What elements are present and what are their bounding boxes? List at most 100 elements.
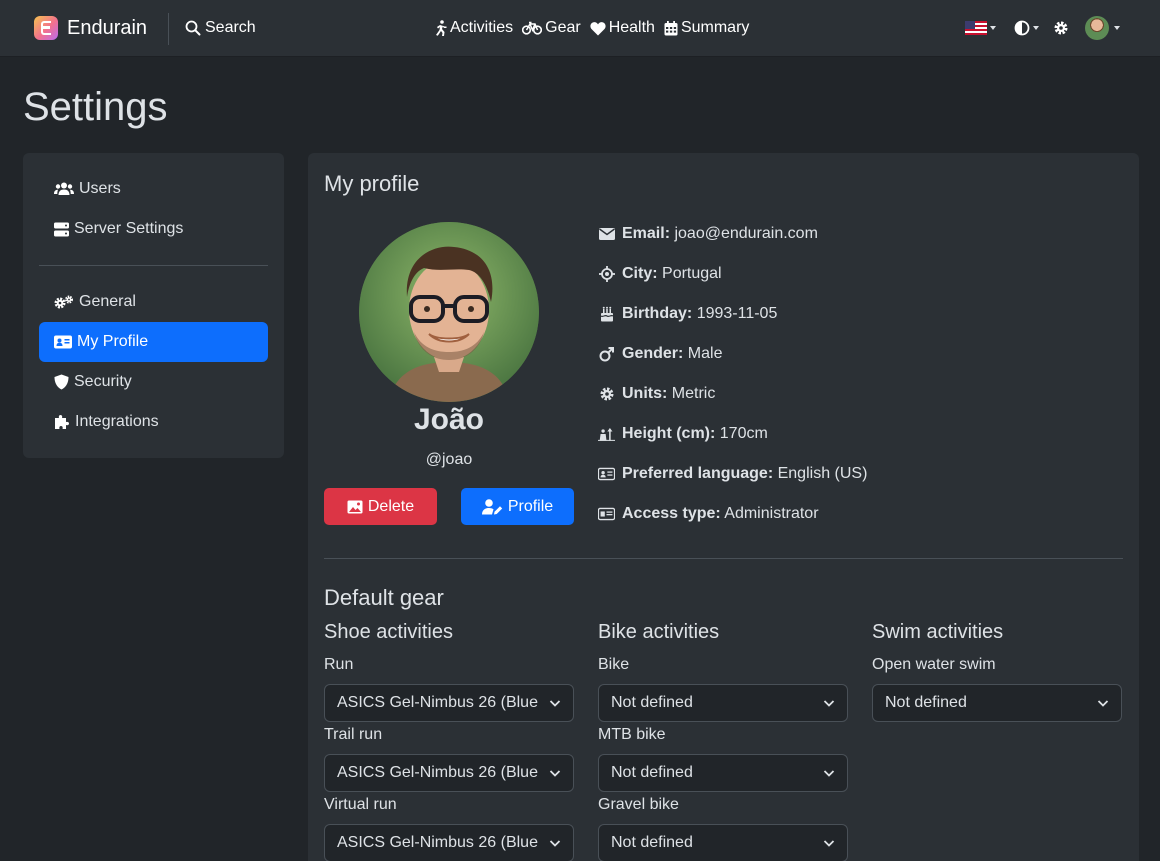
nav-activities-label: Activities <box>450 19 514 36</box>
shield-icon <box>54 374 69 390</box>
image-icon <box>347 500 363 513</box>
gears-icon <box>54 295 73 308</box>
settings-sidebar: Users Server Settings General My Profile… <box>23 153 284 458</box>
field-label: Access type: <box>622 505 721 522</box>
address-card-icon <box>598 507 615 521</box>
profile-photo <box>359 222 539 402</box>
nav-summary[interactable]: Summary <box>664 19 749 37</box>
chevron-down-icon <box>549 770 561 777</box>
envelope-icon <box>598 228 615 240</box>
nav-health-label: Health <box>608 19 655 36</box>
run-gear-select[interactable]: ASICS Gel-Nimbus 26 (Blue <box>324 684 574 722</box>
id-card-icon <box>54 335 72 349</box>
field-value: 1993-11-05 <box>696 305 778 322</box>
chevron-down-icon <box>549 700 561 707</box>
sidebar-item-users[interactable]: Users <box>39 169 268 209</box>
server-icon <box>54 222 69 236</box>
field-label: Height (cm): <box>622 425 716 442</box>
chevron-down-icon <box>990 26 996 30</box>
swim-activities-title: Swim activities <box>872 621 1004 643</box>
sidebar-item-label: Users <box>79 180 121 197</box>
puzzle-piece-icon <box>55 415 69 429</box>
field-value: Portugal <box>662 265 722 282</box>
delete-button-label: Delete <box>367 497 415 515</box>
nav-divider <box>168 13 169 45</box>
profile-field-email: Email: joao@endurain.com <box>598 225 818 243</box>
id-card-icon <box>598 467 615 481</box>
nav-summary-label: Summary <box>680 19 750 36</box>
select-value: ASICS Gel-Nimbus 26 (Blue <box>337 694 538 711</box>
bike-gear-select[interactable]: Not defined <box>598 684 848 722</box>
bike-label: Bike <box>598 656 630 673</box>
chevron-down-icon <box>823 700 835 707</box>
shoe-activities-title: Shoe activities <box>324 621 453 643</box>
profile-field-gender: Gender: Male <box>598 345 722 363</box>
trail-run-label: Trail run <box>324 726 383 743</box>
profile-field-city: City: Portugal <box>598 265 722 283</box>
nav-gear[interactable]: Gear <box>522 19 581 37</box>
sidebar-item-label: My Profile <box>77 333 149 350</box>
language-dropdown[interactable] <box>965 21 996 35</box>
sidebar-item-label: Integrations <box>75 413 159 430</box>
sidebar-item-security[interactable]: Security <box>39 362 268 402</box>
sidebar-item-integrations[interactable]: Integrations <box>39 402 268 442</box>
virtual-run-gear-select[interactable]: ASICS Gel-Nimbus 26 (Blue <box>324 824 574 861</box>
calendar-icon <box>664 20 678 35</box>
nav-gear-label: Gear <box>545 19 581 36</box>
main-nav: Activities Gear Health Summary <box>433 19 749 37</box>
heart-icon <box>590 21 606 35</box>
mtb-bike-gear-select[interactable]: Not defined <box>598 754 848 792</box>
chevron-down-icon <box>823 840 835 847</box>
default-gear-heading: Default gear <box>324 585 444 610</box>
delete-photo-button[interactable]: Delete <box>324 488 437 525</box>
field-label: Preferred language: <box>622 465 774 482</box>
search-link[interactable]: Search <box>185 19 256 37</box>
edit-profile-button[interactable]: Profile <box>461 488 574 525</box>
profile-button-label: Profile <box>507 497 554 515</box>
chevron-down-icon <box>1097 700 1109 707</box>
field-value: Administrator <box>724 505 819 522</box>
user-menu-dropdown[interactable] <box>1085 16 1120 40</box>
theme-dropdown[interactable] <box>1014 20 1039 36</box>
profile-field-access-type: Access type: Administrator <box>598 505 819 523</box>
field-value: Male <box>687 345 723 362</box>
settings-content-card: My profile João @joao Delete Profile Ema… <box>308 153 1139 861</box>
nav-health[interactable]: Health <box>590 19 655 37</box>
mars-icon <box>599 346 614 361</box>
field-value: Metric <box>671 385 716 402</box>
field-label: Units: <box>622 385 668 402</box>
trail-run-gear-select[interactable]: ASICS Gel-Nimbus 26 (Blue <box>324 754 574 792</box>
gravel-bike-gear-select[interactable]: Not defined <box>598 824 848 861</box>
brand-name: Endurain <box>67 16 148 39</box>
open-water-swim-gear-select[interactable]: Not defined <box>872 684 1122 722</box>
field-label: City: <box>622 265 658 282</box>
endurain-logo-icon <box>34 16 58 40</box>
run-label: Run <box>324 656 354 673</box>
settings-button[interactable] <box>1053 20 1069 36</box>
page-title: Settings <box>23 85 168 129</box>
chevron-down-icon <box>549 840 561 847</box>
height-icon <box>598 428 615 441</box>
select-value: ASICS Gel-Nimbus 26 (Blue <box>337 764 538 781</box>
cake-icon <box>600 306 613 322</box>
sidebar-item-my-profile[interactable]: My Profile <box>39 322 268 362</box>
running-person-icon <box>436 20 447 36</box>
sidebar-item-server-settings[interactable]: Server Settings <box>39 209 268 249</box>
bicycle-icon <box>522 21 543 35</box>
user-pen-icon <box>481 498 503 514</box>
gear-icon <box>1054 21 1068 35</box>
us-flag-icon <box>965 21 987 35</box>
sidebar-item-general[interactable]: General <box>39 282 268 322</box>
users-icon <box>54 182 74 195</box>
brand-link[interactable]: Endurain <box>34 16 147 40</box>
search-label: Search <box>205 19 256 36</box>
virtual-run-label: Virtual run <box>324 796 397 813</box>
location-crosshair-icon <box>598 266 615 282</box>
profile-field-birthday: Birthday: 1993-11-05 <box>598 305 777 323</box>
gear-icon <box>600 387 613 401</box>
profile-field-language: Preferred language: English (US) <box>598 465 867 483</box>
nav-activities[interactable]: Activities <box>433 19 513 37</box>
user-avatar <box>1085 16 1109 40</box>
mtb-bike-label: MTB bike <box>598 726 666 743</box>
field-label: Gender: <box>622 345 684 362</box>
